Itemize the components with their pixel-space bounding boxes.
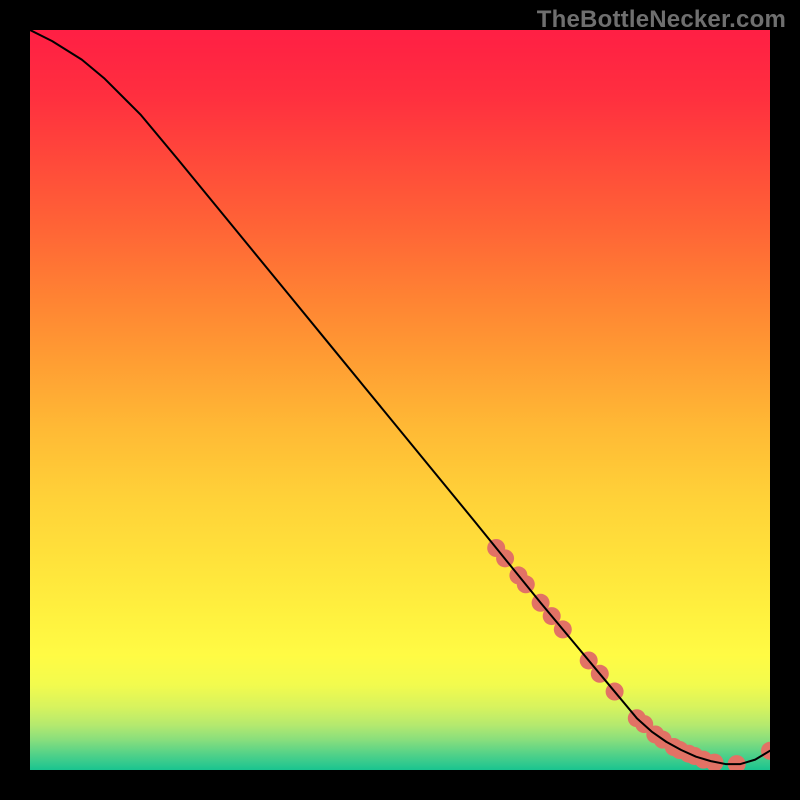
- chart-svg: [30, 30, 770, 770]
- chart-stage: TheBottleNecker.com: [0, 0, 800, 800]
- plot-background: [30, 30, 770, 770]
